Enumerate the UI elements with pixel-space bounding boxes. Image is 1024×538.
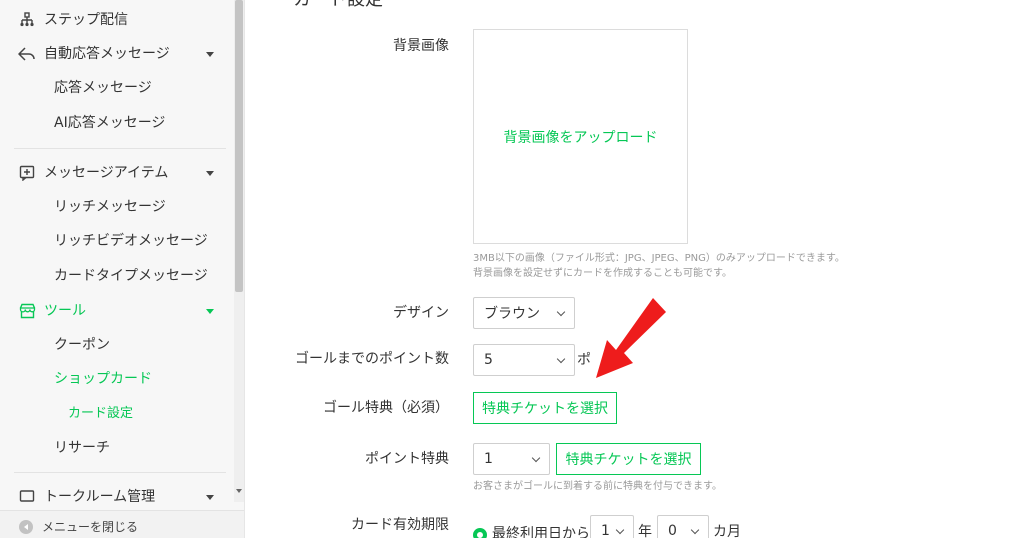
- sidebar-item-chat-room[interactable]: トークルーム管理: [0, 480, 232, 502]
- goal-reward-label: ゴール特典（必須）: [323, 400, 449, 416]
- background-image-label: 背景画像: [393, 38, 449, 54]
- expiry-months-unit: カ月: [713, 524, 741, 538]
- sidebar-item-message-items[interactable]: メッセージアイテム: [0, 156, 232, 190]
- divider: [14, 148, 226, 149]
- sidebar-item-label: メッセージアイテム: [44, 165, 169, 181]
- chevron-down-icon: [206, 495, 214, 500]
- goal-points-select[interactable]: 5: [473, 344, 575, 376]
- chevron-down-icon: [206, 309, 214, 314]
- sidebar-item-label: クーポン: [54, 337, 110, 353]
- chevron-down-icon: [531, 453, 541, 463]
- upload-background-link[interactable]: 背景画像をアップロード: [504, 127, 658, 147]
- chevron-down-icon: [556, 307, 566, 317]
- close-menu-button[interactable]: メニューを閉じる: [0, 510, 244, 538]
- point-reward-select[interactable]: 1: [473, 443, 550, 475]
- sidebar-item-label: カード設定: [68, 406, 134, 421]
- red-arrow-annotation: [596, 298, 666, 378]
- sidebar-item-shop-card[interactable]: ショップカード: [0, 362, 232, 396]
- sidebar-item-label: ショップカード: [54, 371, 152, 387]
- collapse-arrow-icon: [19, 520, 33, 534]
- page-title: カード設定: [293, 0, 383, 12]
- sidebar: ステップ配信 自動応答メッセージ 応答メッセージ AI応答メッセージ メッセージ…: [0, 0, 245, 538]
- sidebar-item-auto-response[interactable]: 自動応答メッセージ: [0, 37, 232, 71]
- sidebar-item-label: ツール: [44, 303, 86, 319]
- expiry-years-unit: 年: [638, 524, 652, 538]
- design-select-value: ブラウン: [484, 306, 540, 322]
- expiry-radio[interactable]: [473, 528, 487, 538]
- card-expiry-label: カード有効期限: [351, 517, 449, 533]
- sidebar-item-label: リッチメッセージ: [54, 199, 166, 215]
- hierarchy-icon: [18, 11, 36, 29]
- chevron-down-icon: [206, 52, 214, 57]
- sidebar-item-label: リッチビデオメッセージ: [54, 233, 208, 249]
- design-select[interactable]: ブラウン: [473, 297, 575, 329]
- sidebar-item-label: AI応答メッセージ: [54, 115, 166, 131]
- sidebar-item-rich-message[interactable]: リッチメッセージ: [0, 190, 232, 224]
- reply-icon: [18, 45, 36, 63]
- main-content: カード設定 背景画像 背景画像をアップロード 3MB以下の画像（ファイル形式：J…: [245, 0, 1024, 538]
- sidebar-item-coupon[interactable]: クーポン: [0, 328, 232, 362]
- scroll-down-icon[interactable]: [235, 486, 243, 496]
- close-menu-label: メニューを閉じる: [42, 520, 139, 534]
- shop-icon: [18, 302, 36, 320]
- sidebar-scroll-thumb[interactable]: [235, 0, 243, 292]
- sidebar-item-label: リサーチ: [54, 440, 110, 456]
- sidebar-item-rich-video-message[interactable]: リッチビデオメッセージ: [0, 224, 232, 258]
- goal-reward-select-ticket-button[interactable]: 特典チケットを選択: [473, 392, 617, 424]
- sidebar-item-label: 応答メッセージ: [54, 80, 152, 96]
- sidebar-menu: ステップ配信 自動応答メッセージ 応答メッセージ AI応答メッセージ メッセージ…: [0, 0, 232, 502]
- sidebar-item-card-settings[interactable]: カード設定: [0, 397, 232, 431]
- point-reward-label: ポイント特典: [365, 451, 449, 467]
- point-reward-hint: お客さまがゴールに到着する前に特典を付与できます。: [473, 481, 722, 492]
- expiry-months-select[interactable]: 0: [657, 515, 709, 538]
- chat-room-icon: [18, 488, 36, 502]
- sidebar-item-response-message[interactable]: 応答メッセージ: [0, 71, 232, 105]
- sidebar-item-ai-response[interactable]: AI応答メッセージ: [0, 106, 232, 140]
- expiry-years-select[interactable]: 1: [590, 515, 634, 538]
- expiry-months-value: 0: [668, 523, 677, 538]
- sidebar-item-card-type-message[interactable]: カードタイプメッセージ: [0, 259, 232, 293]
- point-reward-select-ticket-button[interactable]: 特典チケットを選択: [556, 443, 701, 475]
- sidebar-item-research[interactable]: リサーチ: [0, 431, 232, 465]
- goal-points-label: ゴールまでのポイント数: [295, 351, 449, 367]
- expiry-years-value: 1: [601, 523, 610, 538]
- chevron-down-icon: [556, 354, 566, 364]
- upload-hint-optional: 背景画像を設定せずにカードを作成することも可能です。: [473, 268, 732, 279]
- sidebar-item-tools[interactable]: ツール: [0, 294, 232, 328]
- sidebar-item-label: カードタイプメッセージ: [54, 268, 208, 284]
- divider: [14, 472, 226, 473]
- design-label: デザイン: [393, 305, 449, 321]
- point-reward-value: 1: [484, 451, 493, 467]
- background-upload-area[interactable]: 背景画像をアップロード: [473, 29, 688, 244]
- chevron-down-icon: [690, 525, 700, 535]
- expiry-option-label: 最終利用日から: [492, 526, 590, 538]
- sidebar-item-step-delivery[interactable]: ステップ配信: [0, 3, 232, 37]
- sidebar-item-label: ステップ配信: [44, 12, 128, 28]
- goal-points-value: 5: [484, 352, 493, 368]
- upload-hint: 3MB以下の画像（ファイル形式：JPG、JPEG、PNG）のみアップロードできま…: [473, 253, 845, 264]
- chevron-down-icon: [206, 171, 214, 176]
- sidebar-item-label: 自動応答メッセージ: [44, 46, 170, 62]
- sidebar-item-label: トークルーム管理: [44, 489, 156, 502]
- chevron-down-icon: [615, 525, 625, 535]
- add-message-icon: [18, 164, 36, 182]
